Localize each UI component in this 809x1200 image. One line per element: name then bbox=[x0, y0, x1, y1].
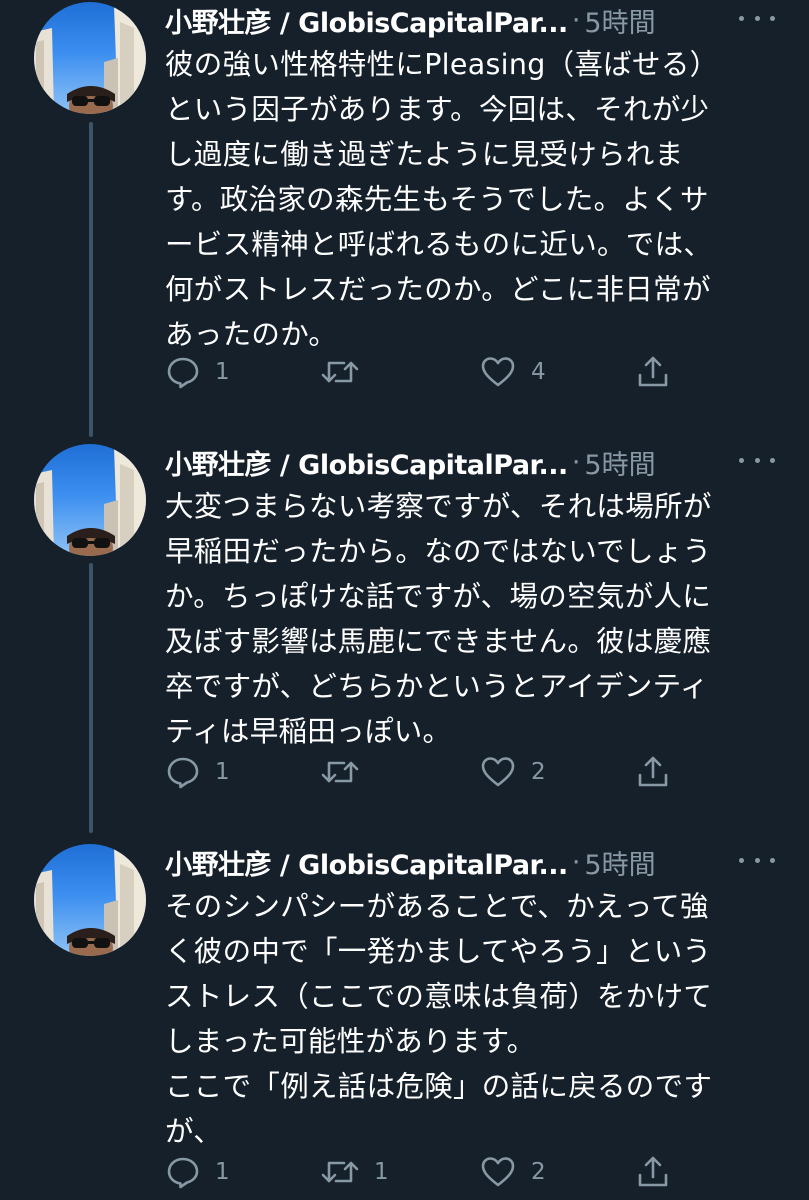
share-button[interactable] bbox=[635, 1154, 671, 1190]
tweet-timestamp[interactable]: 5時間 bbox=[584, 443, 655, 482]
heart-icon bbox=[481, 357, 515, 387]
author-name[interactable]: 小野壮彦 / GlobisCapitalPar... bbox=[165, 1, 568, 40]
tweet[interactable]: 小野壮彦 / GlobisCapitalPar... · 5時間 彼の強い性格特… bbox=[0, 0, 809, 440]
tweet-text-line: 早稲田だったから。なのではないでしょう bbox=[165, 535, 712, 568]
reply-button[interactable]: 1 bbox=[165, 1154, 230, 1190]
reply-count: 1 bbox=[215, 759, 230, 785]
more-options-icon[interactable] bbox=[739, 4, 775, 32]
like-count: 2 bbox=[531, 759, 546, 785]
reply-count: 1 bbox=[215, 359, 230, 385]
tweet-text-line: ティは早稲田っぽい。 bbox=[165, 715, 452, 748]
header-separator: · bbox=[571, 4, 581, 36]
tweet-text-line: しまった可能性があります。 bbox=[165, 1025, 536, 1058]
tweet-text-line: そのシンパシーがあることで、かえって強 bbox=[165, 890, 709, 923]
tweet-text-line: が、 bbox=[165, 1115, 223, 1148]
tweet-timestamp[interactable]: 5時間 bbox=[584, 1, 655, 40]
like-button[interactable]: 4 bbox=[479, 354, 546, 390]
tweet-text-line: ここで「例え話は危険」の話に戻るのです bbox=[165, 1070, 713, 1103]
tweet-text-line: く彼の中で「一発かましてやろう」という bbox=[165, 935, 712, 968]
tweet-text-line: あったのか。 bbox=[165, 318, 338, 351]
tweet-text-line: す。政治家の森先生もそうでした。よくサ bbox=[165, 183, 709, 216]
reply-icon bbox=[167, 1157, 199, 1189]
header-separator: · bbox=[571, 446, 581, 478]
tweet-text-line: か。ちっぽけな話ですが、場の空気が人に bbox=[165, 580, 712, 613]
tweet-text-line: という因子があります。今回は、それが少 bbox=[165, 93, 710, 126]
reply-icon bbox=[167, 757, 199, 789]
retweet-count: 1 bbox=[374, 1159, 389, 1185]
author-name[interactable]: 小野壮彦 / GlobisCapitalPar... bbox=[165, 843, 568, 882]
share-icon bbox=[638, 756, 668, 787]
reply-button[interactable]: 1 bbox=[165, 354, 230, 390]
share-button[interactable] bbox=[635, 354, 671, 390]
like-count: 4 bbox=[531, 359, 546, 385]
avatar-column bbox=[34, 444, 146, 556]
avatar-photo-icon bbox=[34, 448, 146, 556]
tweet-text-line: 及ぼす影響は馬鹿にできません。彼は慶應 bbox=[165, 625, 712, 658]
like-button[interactable]: 2 bbox=[479, 754, 546, 790]
heart-icon bbox=[481, 757, 515, 787]
share-icon bbox=[638, 1156, 668, 1187]
avatar[interactable] bbox=[34, 444, 146, 556]
tweet-thread: 小野壮彦 / GlobisCapitalPar... · 5時間 彼の強い性格特… bbox=[0, 0, 809, 1200]
tweet-content: 小野壮彦 / GlobisCapitalPar... · 5時間 彼の強い性格特… bbox=[165, 0, 785, 389]
like-count: 2 bbox=[531, 1159, 546, 1185]
more-options-icon[interactable] bbox=[739, 446, 775, 474]
tweet-content: 小野壮彦 / GlobisCapitalPar... · 5時間 そのシンパシー… bbox=[165, 842, 785, 1189]
tweet-timestamp[interactable]: 5時間 bbox=[584, 843, 655, 882]
retweet-button[interactable] bbox=[320, 754, 374, 790]
reply-icon bbox=[167, 357, 199, 389]
tweet-header: 小野壮彦 / GlobisCapitalPar... · 5時間 bbox=[165, 0, 785, 40]
like-button[interactable]: 2 bbox=[479, 1154, 546, 1190]
tweet-actions: 1 1 2 bbox=[165, 1154, 785, 1194]
tweet-text-line: 彼の強い性格特性にPleasing（喜ばせる） bbox=[165, 48, 719, 81]
tweet-header: 小野壮彦 / GlobisCapitalPar... · 5時間 bbox=[165, 442, 785, 482]
tweet-text-line: ストレス（ここでの意味は負荷）をかけて bbox=[165, 980, 713, 1013]
avatar-column bbox=[34, 2, 146, 114]
heart-icon bbox=[481, 1157, 515, 1187]
reply-button[interactable]: 1 bbox=[165, 754, 230, 790]
tweet-text-line: 卒ですが、どちらかというとアイデンティ bbox=[165, 670, 709, 703]
avatar-photo-icon bbox=[34, 848, 146, 956]
retweet-button[interactable] bbox=[320, 354, 374, 390]
tweet-text-line: ービス精神と呼ばれるものに近い。では、 bbox=[165, 228, 713, 261]
tweet-text: そのシンパシーがあることで、かえって強 く彼の中で「一発かましてやろう」という … bbox=[165, 884, 785, 1154]
author-name[interactable]: 小野壮彦 / GlobisCapitalPar... bbox=[165, 443, 568, 482]
tweet-actions: 1 4 bbox=[165, 354, 785, 394]
reply-count: 1 bbox=[215, 1159, 230, 1185]
tweet-text-line: し過度に働き過ぎたように見受けられま bbox=[165, 138, 684, 171]
retweet-icon bbox=[321, 1161, 359, 1183]
tweet[interactable]: 小野壮彦 / GlobisCapitalPar... · 5時間 大変つまらない… bbox=[0, 442, 809, 842]
tweet-content: 小野壮彦 / GlobisCapitalPar... · 5時間 大変つまらない… bbox=[165, 442, 785, 789]
avatar[interactable] bbox=[34, 2, 146, 114]
avatar-column bbox=[34, 844, 146, 956]
share-icon bbox=[638, 356, 668, 387]
tweet-text-line: 何がストレスだったのか。どこに非日常が bbox=[165, 273, 711, 306]
retweet-icon bbox=[321, 361, 359, 383]
tweet-actions: 1 2 bbox=[165, 754, 785, 794]
avatar-photo-icon bbox=[34, 6, 146, 114]
retweet-icon bbox=[321, 761, 359, 783]
tweet[interactable]: 小野壮彦 / GlobisCapitalPar... · 5時間 そのシンパシー… bbox=[0, 842, 809, 1200]
header-separator: · bbox=[571, 846, 581, 878]
more-options-icon[interactable] bbox=[739, 846, 775, 874]
avatar[interactable] bbox=[34, 844, 146, 956]
tweet-header: 小野壮彦 / GlobisCapitalPar... · 5時間 bbox=[165, 842, 785, 882]
tweet-text-line: 大変つまらない考察ですが、それは場所が bbox=[165, 490, 712, 523]
tweet-text: 大変つまらない考察ですが、それは場所が 早稲田だったから。なのではないでしょう … bbox=[165, 484, 785, 754]
retweet-button[interactable]: 1 bbox=[320, 1154, 389, 1190]
share-button[interactable] bbox=[635, 754, 671, 790]
tweet-text: 彼の強い性格特性にPleasing（喜ばせる） という因子があります。今回は、そ… bbox=[165, 42, 785, 357]
